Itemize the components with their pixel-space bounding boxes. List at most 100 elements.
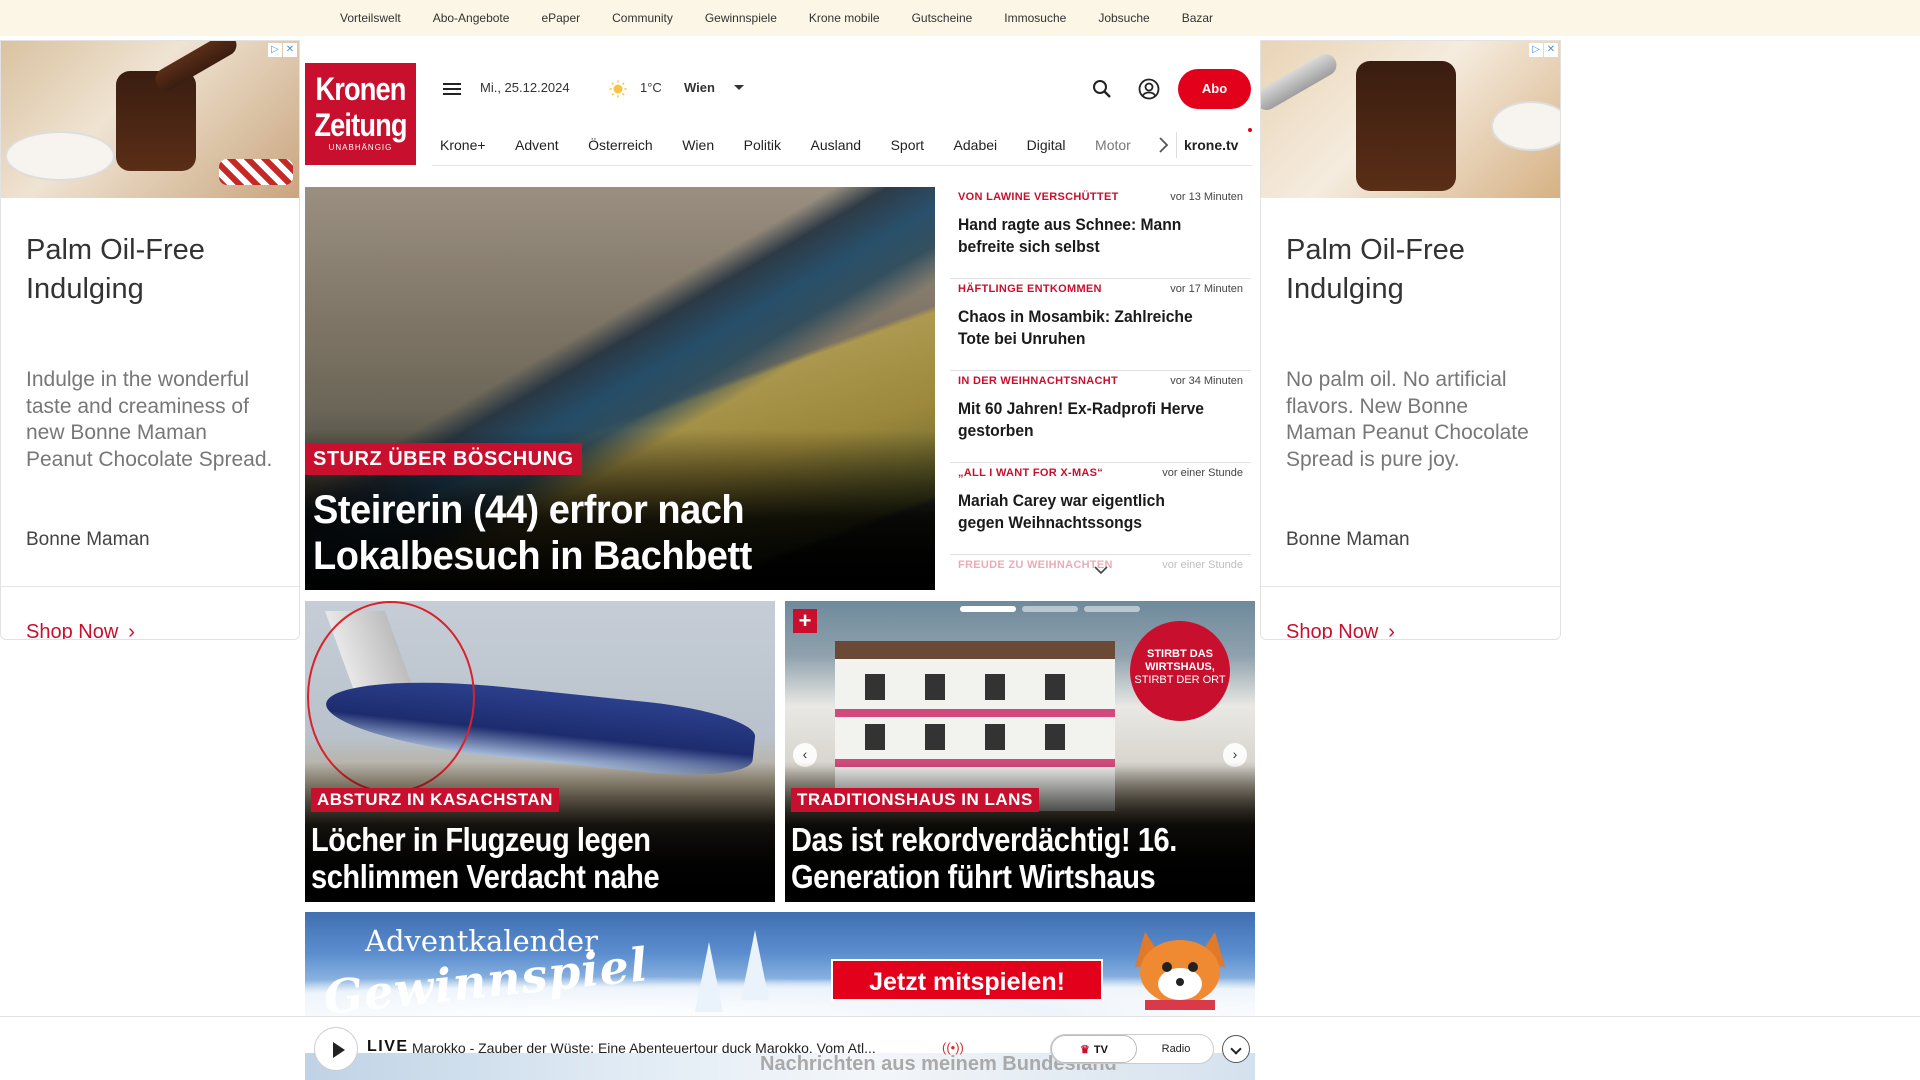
chevron-down-icon: [1230, 1043, 1242, 1055]
news-timestamp: vor 13 Minuten: [1170, 191, 1243, 203]
utility-link-vorteilswelt[interactable]: Vorteilswelt: [340, 11, 401, 25]
utility-link-gutscheine[interactable]: Gutscheine: [912, 11, 973, 25]
quote-badge-bold: STIRBT DAS WIRTSHAUS,: [1145, 648, 1215, 673]
utility-link-abo-angebote[interactable]: Abo-Angebote: [433, 11, 510, 25]
teaser-kicker: TRADITIONSHAUS IN LANS: [791, 788, 1039, 812]
chevron-right-icon[interactable]: [1156, 136, 1170, 154]
advent-gewinnspiel-banner[interactable]: Adventkalender Gewinnspiel Jetzt mitspie…: [305, 912, 1255, 1016]
carousel-dot[interactable]: [1084, 606, 1140, 612]
news-kicker: HÄFTLINGE ENTKOMMEN: [958, 283, 1102, 295]
ad-cta-label: Shop Now: [1286, 621, 1379, 640]
crown-icon: ♛: [1080, 1044, 1090, 1056]
teaser-plane-crash[interactable]: ABSTURZ IN KASACHSTAN Löcher in Flugzeug…: [305, 601, 775, 902]
carousel-dot[interactable]: [960, 606, 1016, 612]
main-navigation: Krone+ Advent Österreich Wien Politik Au…: [432, 124, 1252, 166]
nav-item-oesterreich[interactable]: Österreich: [588, 137, 653, 153]
teaser-kicker: ABSTURZ IN KASACHSTAN: [311, 788, 559, 812]
tv-toggle-label: TV: [1093, 1044, 1108, 1056]
nav-item-motor[interactable]: Motor: [1095, 137, 1131, 153]
tv-radio-toggle[interactable]: ♛ TV Radio: [1050, 1034, 1214, 1064]
live-label: LIVE: [367, 1038, 409, 1055]
teaser-headline[interactable]: Das ist rekordverdächtig! 16. Generation…: [791, 821, 1205, 895]
ad-text[interactable]: No palm oil. No artificial flavors. New …: [1286, 367, 1536, 473]
list-item[interactable]: HÄFTLINGE ENTKOMMEN vor 17 Minuten Chaos…: [950, 279, 1251, 371]
news-headline[interactable]: Chaos in Mosambik: Zahlreiche Tote bei U…: [958, 306, 1206, 350]
ad-brand[interactable]: Bonne Maman: [26, 529, 150, 551]
user-account-icon[interactable]: [1138, 78, 1160, 100]
ad-product-image[interactable]: ▷ ✕: [1261, 41, 1560, 198]
news-headline[interactable]: Mit 60 Jahren! Ex-Radprofi Herve gestorb…: [958, 398, 1206, 442]
search-icon[interactable]: [1092, 79, 1112, 99]
utility-link-gewinnspiele[interactable]: Gewinnspiele: [705, 11, 777, 25]
list-item[interactable]: „ALL I WANT FOR X-MAS“ vor einer Stunde …: [950, 463, 1251, 555]
play-icon: [333, 1042, 345, 1058]
ad-close-icon[interactable]: ✕: [283, 43, 297, 57]
teaser-wirtshaus[interactable]: + STIRBT DAS WIRTSHAUS, STIRBT DER ORT ‹…: [785, 601, 1255, 902]
utility-link-krone-mobile[interactable]: Krone mobile: [809, 11, 880, 25]
latest-news-list: VON LAWINE VERSCHÜTTET vor 13 Minuten Ha…: [950, 187, 1251, 575]
utility-link-epaper[interactable]: ePaper: [541, 11, 580, 25]
chevron-down-icon[interactable]: [734, 85, 744, 90]
right-sidebar-ad[interactable]: ▷ ✕ Palm Oil-Free Indulging No palm oil.…: [1260, 40, 1561, 640]
ad-choices-badge[interactable]: ▷ ✕: [1529, 43, 1558, 57]
nav-item-politik[interactable]: Politik: [744, 137, 781, 153]
weather-temperature: 1°C: [640, 80, 662, 95]
weather-city-select[interactable]: Wien: [684, 80, 715, 95]
nav-item-advent[interactable]: Advent: [515, 137, 559, 153]
kronen-zeitung-logo[interactable]: Kronen Zeitung UNABHÄNGIG: [305, 63, 416, 165]
carousel-dot[interactable]: [1022, 606, 1078, 612]
expand-player-button[interactable]: [1222, 1035, 1250, 1063]
utility-link-community[interactable]: Community: [612, 11, 673, 25]
ad-shop-now-button[interactable]: Shop Now ›: [1286, 621, 1395, 640]
ad-product-image[interactable]: ▷ ✕: [1, 41, 299, 198]
window-shape: [865, 674, 885, 700]
tv-toggle-option[interactable]: ♛ TV: [1051, 1035, 1137, 1063]
logo-line-1: Kronen: [315, 71, 406, 107]
header-date: Mi., 25.12.2024: [480, 80, 570, 95]
live-stream-title[interactable]: Marokko - Zauber der Wüste: Eine Abenteu…: [412, 1040, 876, 1056]
nav-item-ausland[interactable]: Ausland: [810, 137, 861, 153]
utility-link-bazar[interactable]: Bazar: [1182, 11, 1213, 25]
ad-close-icon[interactable]: ✕: [1544, 43, 1558, 57]
nav-item-krone-plus[interactable]: Krone+: [440, 137, 486, 153]
chevron-down-icon[interactable]: [1094, 565, 1108, 575]
top-utility-bar: Vorteilswelt Abo-Angebote ePaper Communi…: [0, 0, 1920, 36]
radio-toggle-option[interactable]: Radio: [1137, 1035, 1215, 1063]
nav-item-digital[interactable]: Digital: [1027, 137, 1066, 153]
utility-link-immosuche[interactable]: Immosuche: [1004, 11, 1066, 25]
play-button[interactable]: [314, 1027, 358, 1071]
news-timestamp: vor einer Stunde: [1162, 559, 1243, 571]
list-item[interactable]: IN DER WEIHNACHTSNACHT vor 34 Minuten Mi…: [950, 371, 1251, 463]
ad-title[interactable]: Palm Oil-Free Indulging: [1286, 231, 1546, 309]
news-headline[interactable]: Hand ragte aus Schnee: Mann befreite sic…: [958, 214, 1206, 258]
ad-info-icon[interactable]: ▷: [1529, 43, 1543, 57]
nav-item-krone-tv[interactable]: krone.tv: [1184, 124, 1238, 166]
teaser-headline[interactable]: Löcher in Flugzeug legen schlimmen Verda…: [311, 821, 725, 895]
ad-title[interactable]: Palm Oil-Free Indulging: [26, 231, 286, 309]
hero-headline[interactable]: Steirerin (44) erfror nach Lokalbesuch i…: [313, 487, 893, 579]
broadcast-icon: ((•)): [942, 1040, 964, 1055]
nav-item-adabei[interactable]: Adabei: [954, 137, 998, 153]
lid-shape: [219, 159, 293, 185]
ad-info-icon[interactable]: ▷: [268, 43, 282, 57]
news-headline[interactable]: Mariah Carey war eigentlich gegen Weihna…: [958, 490, 1206, 534]
jar-shape: [1356, 61, 1456, 191]
left-sidebar-ad[interactable]: ▷ ✕ Palm Oil-Free Indulging Indulge in t…: [0, 40, 300, 640]
logo-tagline: UNABHÄNGIG: [328, 143, 393, 152]
tree-shape: [695, 942, 723, 1012]
nav-item-sport[interactable]: Sport: [891, 137, 924, 153]
hero-story[interactable]: STURZ ÜBER BÖSCHUNG Steirerin (44) erfro…: [305, 187, 935, 590]
hamburger-menu-icon[interactable]: [443, 80, 461, 98]
ad-brand[interactable]: Bonne Maman: [1286, 529, 1410, 551]
ad-shop-now-button[interactable]: Shop Now ›: [26, 621, 135, 639]
list-item[interactable]: VON LAWINE VERSCHÜTTET vor 13 Minuten Ha…: [950, 187, 1251, 279]
advent-cta-button[interactable]: Jetzt mitspielen!: [831, 959, 1103, 1001]
news-timestamp: vor 17 Minuten: [1170, 283, 1243, 295]
utility-link-jobsuche[interactable]: Jobsuche: [1098, 11, 1149, 25]
utility-links: Vorteilswelt Abo-Angebote ePaper Communi…: [340, 0, 1245, 36]
abo-button[interactable]: Abo: [1178, 69, 1251, 109]
ad-choices-badge[interactable]: ▷ ✕: [268, 43, 297, 57]
ad-text[interactable]: Indulge in the wonderful taste and cream…: [26, 367, 276, 473]
nav-item-wien[interactable]: Wien: [682, 137, 714, 153]
ad-divider: [1261, 586, 1560, 587]
